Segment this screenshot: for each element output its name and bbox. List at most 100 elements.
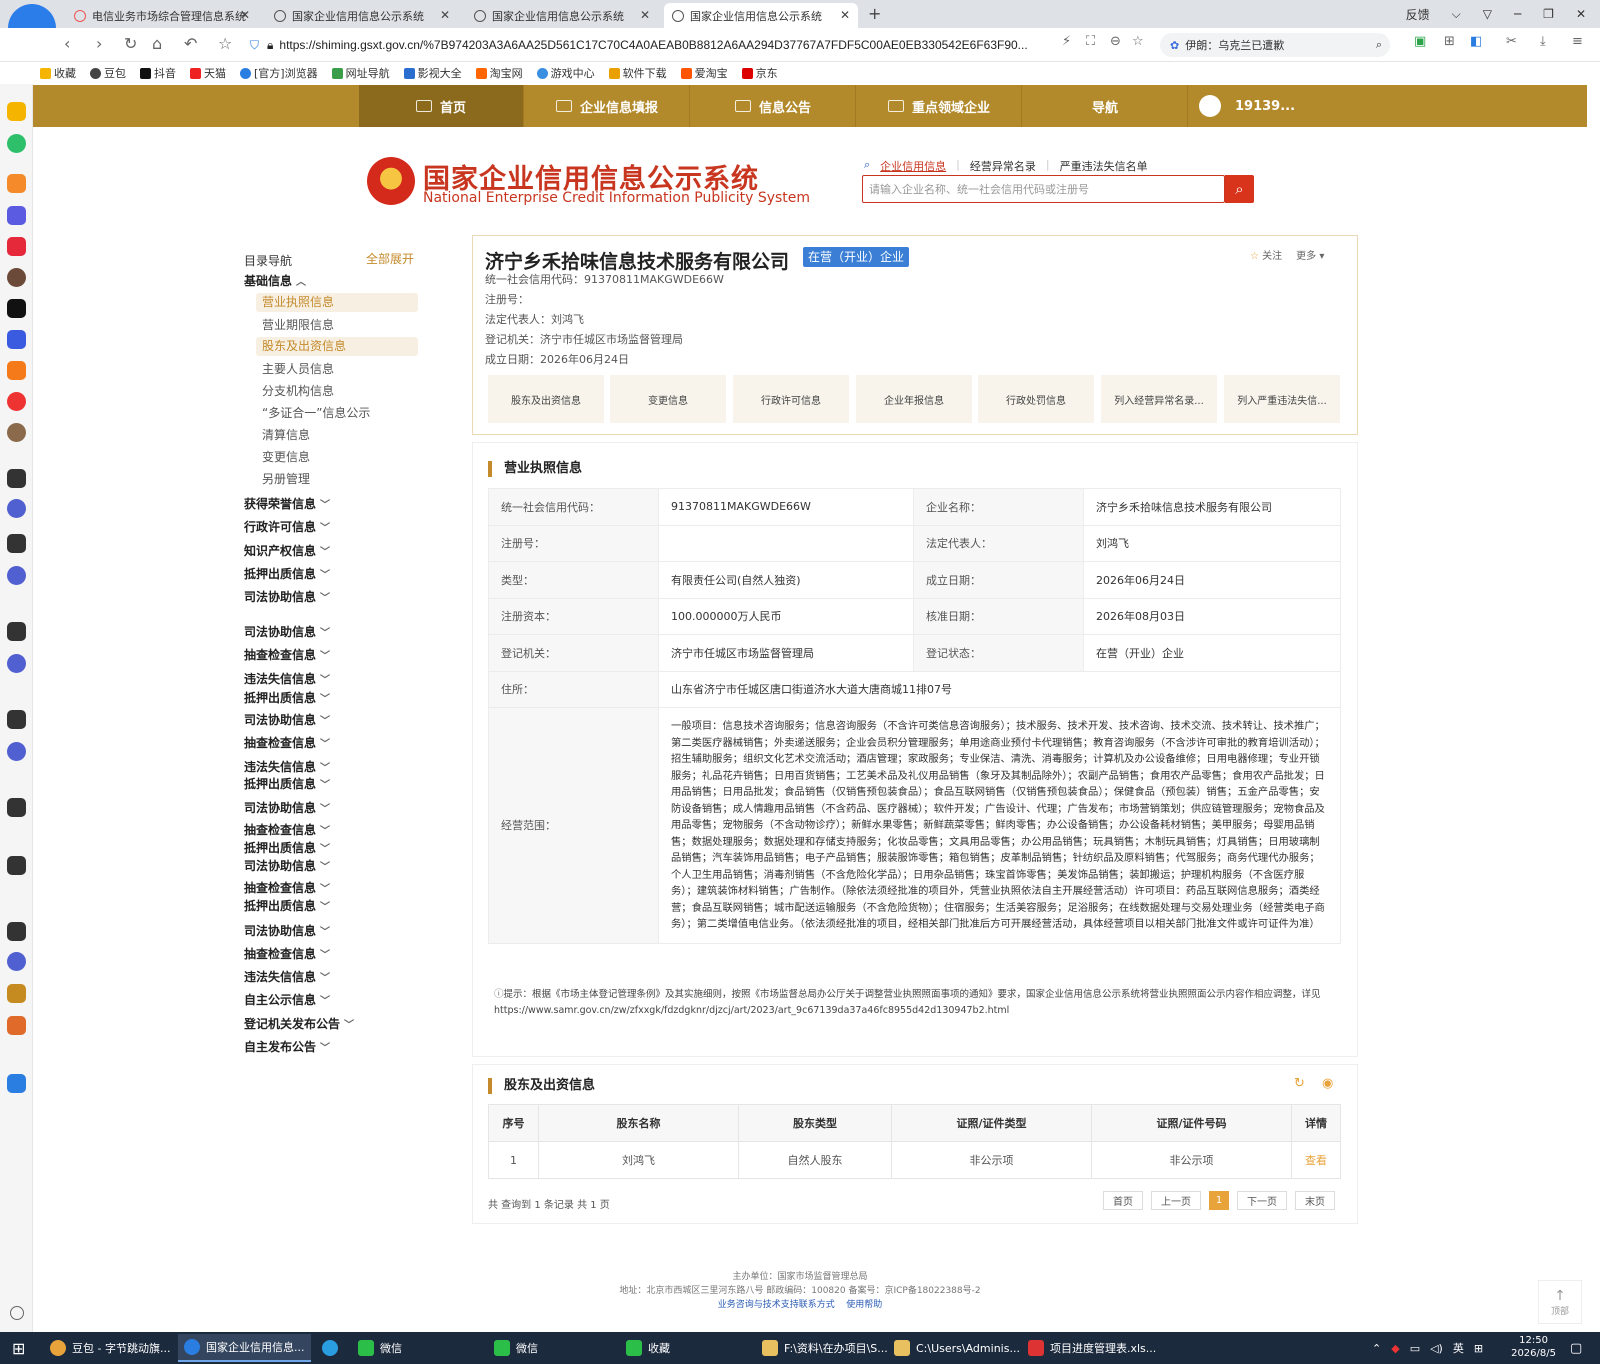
douyin-icon[interactable] (7, 299, 26, 318)
tab-credit-info[interactable]: 企业信用信息 (880, 158, 946, 174)
nav-group-basic[interactable]: 基础信息 ︿ (244, 272, 306, 289)
quick-changes[interactable]: 变更信息 (610, 375, 726, 423)
app-icon[interactable] (7, 499, 26, 518)
bookmark-nav[interactable]: 网址导航 (331, 65, 390, 81)
taskbar-wechat-1[interactable]: 微信 (352, 1334, 408, 1362)
taskbar-edge[interactable] (316, 1334, 344, 1362)
support-contact-link[interactable]: 业务咨询与技术支持联系方式 (718, 1300, 835, 1310)
antivirus-icon[interactable]: ◆ (1391, 1342, 1399, 1355)
app-icon[interactable] (7, 710, 26, 729)
nav-group-14[interactable]: 抽查检查信息 ﹀ (244, 821, 330, 838)
nav-user[interactable]: 19139... (1189, 85, 1354, 127)
taskbar-favorites[interactable]: 收藏 (620, 1334, 676, 1362)
sidebar-item-5[interactable]: “多证合一”信息公示 (262, 404, 370, 421)
app-icon[interactable] (7, 742, 26, 761)
extension-icon[interactable]: ▣ (1414, 34, 1426, 49)
tab-abnormal-list[interactable]: 经营异常名录 (970, 158, 1036, 174)
quick-serious-violation[interactable]: 列入严重违法失信... (1224, 375, 1340, 423)
favorites-icon[interactable] (7, 102, 26, 121)
app-icon[interactable] (7, 423, 26, 442)
app-icon[interactable] (7, 856, 26, 875)
nav-group-13[interactable]: 司法协助信息 ﹀ (244, 799, 330, 816)
bookmark-video[interactable]: 影视大全 (403, 65, 462, 81)
clock-icon[interactable] (7, 134, 26, 153)
nav-group-16[interactable]: 司法协助信息 ﹀ (244, 857, 330, 874)
nav-group-18[interactable]: 抵押出质信息 ﹀ (244, 897, 330, 914)
nav-group-22[interactable]: 自主公示信息 ﹀ (244, 991, 330, 1008)
download-icon[interactable]: ⤓ (1540, 34, 1546, 49)
app-icon[interactable] (7, 469, 26, 488)
nav-group-9[interactable]: 司法协助信息 ﹀ (244, 711, 330, 728)
feedback-button[interactable]: 反馈 (1406, 6, 1430, 23)
more-button[interactable]: 更多 ▾ (1296, 247, 1324, 262)
close-window-icon[interactable]: ✕ (1576, 7, 1586, 21)
help-link[interactable]: 使用帮助 (846, 1300, 882, 1310)
tab-serious-violation[interactable]: 严重违法失信名单 (1060, 158, 1148, 174)
app-icon[interactable] (7, 534, 26, 553)
app-icon[interactable] (7, 922, 26, 941)
nav-group-21[interactable]: 违法失信信息 ﹀ (244, 968, 330, 985)
back-to-top-button[interactable]: ↑ 顶部 (1538, 1280, 1582, 1324)
tray-up-icon[interactable]: ⌃ (1372, 1342, 1381, 1355)
notifications-icon[interactable]: ▢ (1570, 1341, 1582, 1356)
taskbar-folder-2[interactable]: C:\Users\Adminis... (888, 1334, 1026, 1362)
bookmark-taobao[interactable]: 淘宝网 (475, 65, 523, 81)
nav-announcements[interactable]: 信息公告 (691, 85, 856, 127)
nav-group-17[interactable]: 抽查检查信息 ﹀ (244, 879, 330, 896)
volume-icon[interactable]: ◁) (1430, 1342, 1443, 1355)
bookmark-aitaobao[interactable]: 爱淘宝 (680, 65, 728, 81)
follow-button[interactable]: ☆ 关注 (1250, 247, 1282, 262)
screenshot-icon[interactable]: ⛶ (1086, 34, 1095, 49)
boss-icon[interactable] (7, 1074, 26, 1093)
tool-icon[interactable] (7, 174, 26, 193)
nav-group-23[interactable]: 登记机关发布公告 ﹀ (244, 1015, 354, 1032)
first-page-button[interactable]: 首页 (1103, 1191, 1143, 1210)
nav-group-19[interactable]: 司法协助信息 ﹀ (244, 922, 330, 939)
zoom-icon[interactable]: ⊖ (1110, 34, 1121, 49)
close-icon[interactable]: ✕ (640, 8, 650, 22)
app-icon[interactable] (7, 984, 26, 1003)
bookmark-favorites[interactable]: 收藏 (40, 65, 76, 81)
browser-tab-4-active[interactable]: 国家企业信用信息公示系统 ✕ (664, 3, 858, 28)
browser-tab-2[interactable]: 国家企业信用信息公示系统 ✕ (266, 3, 458, 28)
url-input[interactable]: ⛉ 🔒︎ https://shiming.gsxt.gov.cn/%7B974203… (250, 33, 1060, 57)
scissors-icon[interactable]: ✂ (1506, 34, 1517, 49)
forward-icon[interactable]: › (96, 34, 102, 53)
quick-admin-license[interactable]: 行政许可信息 (733, 375, 849, 423)
ime-indicator[interactable]: 英 (1453, 1340, 1464, 1356)
undo-icon[interactable]: ↶ (184, 34, 197, 53)
bookmark-games[interactable]: 游戏中心 (536, 65, 595, 81)
quick-shareholders[interactable]: 股东及出资信息 (488, 375, 604, 423)
translate-icon[interactable]: ◧ (1470, 34, 1482, 49)
sidebar-item-6[interactable]: 清算信息 (262, 426, 310, 443)
close-icon[interactable]: ✕ (840, 8, 850, 22)
home-icon[interactable]: ⌂ (152, 34, 162, 53)
restore-icon[interactable]: ❐ (1543, 7, 1554, 21)
app-icon[interactable] (7, 622, 26, 641)
nav-group-3[interactable]: 抵押出质信息 ﹀ (244, 565, 330, 582)
taskbar-wechat-2[interactable]: 微信 (488, 1334, 544, 1362)
nav-group-6[interactable]: 抽查检查信息 ﹀ (244, 646, 330, 663)
game-icon[interactable] (7, 206, 26, 225)
sidebar-item-1[interactable]: 营业期限信息 (262, 316, 334, 333)
nav-group-10[interactable]: 抽查检查信息 ﹀ (244, 734, 330, 751)
search-icon[interactable]: ⌕ (1376, 38, 1382, 52)
search-button[interactable]: ⌕ (1225, 175, 1254, 203)
lightning-icon[interactable]: ⚡ (1062, 34, 1071, 49)
taskbar-clock[interactable]: 12:50 2026/8/5 (1511, 1334, 1556, 1360)
quick-admin-penalty[interactable]: 行政处罚信息 (978, 375, 1094, 423)
star-list-icon[interactable]: ☆ (218, 34, 232, 53)
grid-icon[interactable]: ⊞ (1444, 34, 1455, 49)
nav-group-5[interactable]: 司法协助信息 ﹀ (244, 623, 330, 640)
bookmark-software[interactable]: 软件下载 (608, 65, 667, 81)
nav-key-enterprises[interactable]: 重点领域企业 (857, 85, 1022, 127)
close-icon[interactable]: ✕ (240, 8, 250, 22)
company-search-input[interactable]: 请输入企业名称、统一社会信用代码或注册号 (862, 175, 1225, 203)
close-icon[interactable]: ✕ (440, 8, 450, 22)
nav-group-8[interactable]: 抵押出质信息 ﹀ (244, 689, 330, 706)
bookmark-doubao[interactable]: 豆包 (90, 65, 126, 81)
nav-group-12[interactable]: 抵押出质信息 ﹀ (244, 775, 330, 792)
sidebar-item-4[interactable]: 分支机构信息 (262, 382, 334, 399)
refresh-icon[interactable]: ↻ (1294, 1076, 1305, 1091)
app-icon[interactable] (7, 952, 26, 971)
